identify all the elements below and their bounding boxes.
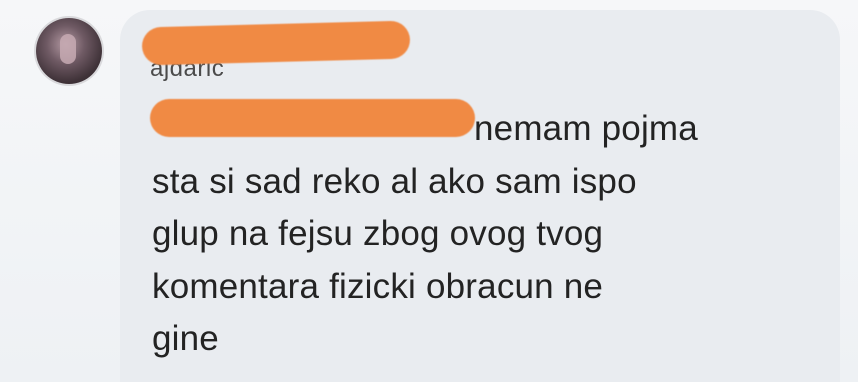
- comment-line-1: nemam pojma: [474, 109, 698, 148]
- comment-line-5: gine: [152, 319, 219, 358]
- redaction-bar-author: [141, 20, 411, 66]
- avatar[interactable]: [36, 18, 102, 84]
- comment-line-4: komentara fizicki obracun ne: [152, 266, 604, 306]
- comment-line-2: sta si sad reko al ako sam ispo: [152, 161, 637, 201]
- comment-line-3: glup na fejsu zbog ovog tvog: [152, 214, 604, 253]
- comment-text: nemam pojma sta si sad reko al ako sam i…: [152, 103, 792, 366]
- comment-screen: ajdaric nemam pojma sta si sad reko al a…: [0, 0, 858, 382]
